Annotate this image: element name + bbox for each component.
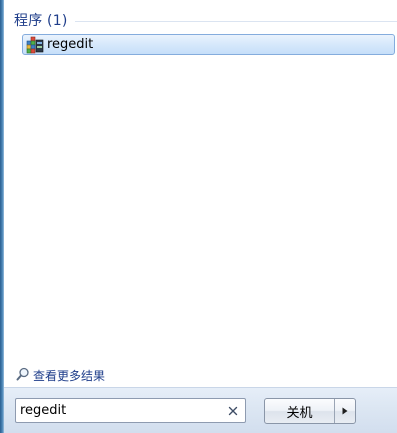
search-input[interactable] <box>16 400 224 421</box>
results-group-header: 程序 (1) <box>14 10 397 30</box>
shutdown-button[interactable]: 关机 <box>265 399 334 423</box>
triangle-right-icon <box>342 407 348 415</box>
search-icon <box>16 366 30 385</box>
search-results-pane: 程序 (1) regedit 查看更多结果 <box>4 0 397 387</box>
shutdown-options-button[interactable] <box>335 399 355 423</box>
result-item-label: regedit <box>47 37 94 52</box>
clear-search-button[interactable] <box>224 402 242 420</box>
see-more-results-link[interactable]: 查看更多结果 <box>16 366 105 384</box>
result-item-regedit[interactable]: regedit <box>22 34 395 55</box>
group-divider <box>75 20 397 22</box>
results-group-title: 程序 (1) <box>14 13 68 29</box>
close-icon <box>228 406 238 415</box>
see-more-label: 查看更多结果 <box>33 368 106 383</box>
start-menu-footer: 关机 <box>4 387 397 433</box>
registry-editor-icon <box>26 36 44 54</box>
search-box <box>15 398 246 423</box>
shutdown-button-group: 关机 <box>264 398 356 424</box>
